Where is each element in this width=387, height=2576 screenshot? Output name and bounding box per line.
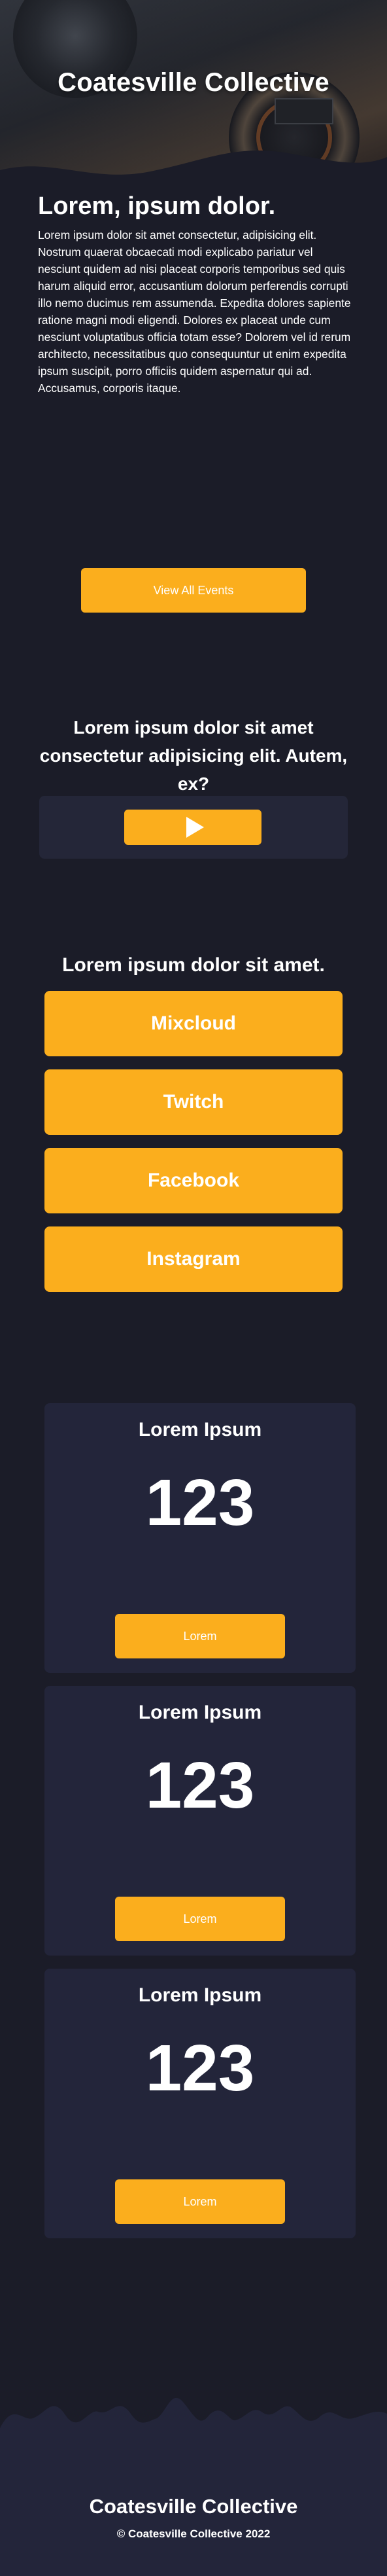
footer-title: Coatesville Collective <box>89 2495 298 2518</box>
stat-title: Lorem Ipsum <box>138 1984 262 2006</box>
stat-value: 123 <box>145 1749 255 1822</box>
stat-card: Lorem Ipsum 123 Lorem <box>44 1969 356 2238</box>
intro-body: Lorem ipsum dolor sit amet consectetur, … <box>38 228 351 395</box>
instagram-button[interactable]: Instagram <box>44 1226 343 1292</box>
view-all-events-button[interactable]: View All Events <box>81 568 306 613</box>
hero-wave-divider <box>0 151 387 190</box>
twitch-button[interactable]: Twitch <box>44 1069 343 1135</box>
play-button[interactable] <box>124 810 261 845</box>
intro-heading: Lorem, ipsum dolor. <box>38 192 276 220</box>
stat-card-button[interactable]: Lorem <box>115 1614 285 1658</box>
facebook-button[interactable]: Facebook <box>44 1148 343 1213</box>
site-title: Coatesville Collective <box>58 68 329 97</box>
video-section-title: Lorem ipsum dolor sit amet consectetur a… <box>39 717 348 794</box>
stat-value: 123 <box>145 1466 255 1539</box>
footer: Coatesville Collective © Coatesville Col… <box>0 2343 387 2576</box>
social-section-title: Lorem ipsum dolor sit amet. <box>62 954 325 976</box>
stat-card: Lorem Ipsum 123 Lorem <box>44 1686 356 1956</box>
stat-card-button[interactable]: Lorem <box>115 2179 285 2224</box>
stat-value: 123 <box>145 2031 255 2105</box>
footer-wave-divider <box>0 2397 387 2454</box>
mixcloud-button[interactable]: Mixcloud <box>44 991 343 1056</box>
stat-card-button[interactable]: Lorem <box>115 1897 285 1941</box>
play-icon <box>186 817 204 838</box>
stat-title: Lorem Ipsum <box>138 1419 262 1440</box>
hero-banner: Coatesville Collective <box>0 0 387 190</box>
stat-title: Lorem Ipsum <box>138 1702 262 1723</box>
intro-section: Lorem, ipsum dolor. Lorem ipsum dolor si… <box>38 190 352 397</box>
footer-copyright: © Coatesville Collective 2022 <box>116 2528 271 2540</box>
stat-card: Lorem Ipsum 123 Lorem <box>44 1403 356 1673</box>
video-player <box>39 796 348 859</box>
